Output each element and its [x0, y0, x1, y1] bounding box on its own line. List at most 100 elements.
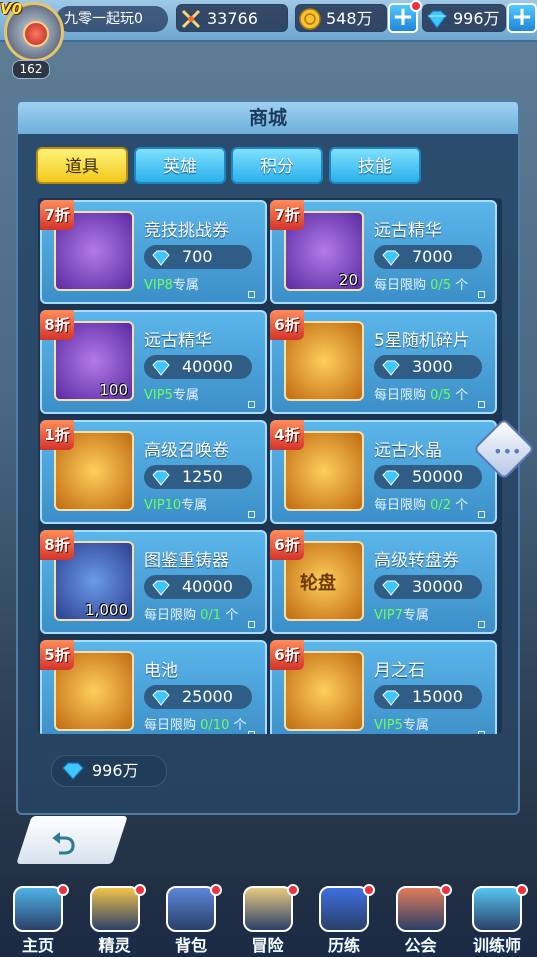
gem-balance: 996万 [51, 755, 167, 787]
shop-item-card[interactable]: 5折 电池 25000 每日限购 0/10 个 [40, 640, 267, 734]
discount-badge: 6折 [270, 310, 304, 340]
limit-highlight: VIP5 [374, 718, 403, 733]
discount-badge: 5折 [40, 640, 74, 670]
player-name: 九零一起玩0 [56, 6, 168, 32]
diamond-icon [152, 689, 170, 706]
nav-item[interactable]: 冒险 [231, 870, 305, 957]
avatar-core-icon [23, 21, 49, 47]
player-avatar[interactable]: V0 162 [0, 0, 72, 79]
vip-tag: V0 [0, 0, 23, 18]
item-price: 50000 [412, 467, 463, 486]
item-price: 25000 [182, 687, 233, 706]
limit-prefix: 每日限购 [374, 388, 431, 403]
add-gems-button[interactable]: + [507, 3, 537, 33]
limit-prefix: 每日限购 [374, 498, 431, 513]
limit-highlight: 0/1 [200, 608, 222, 623]
limit-suffix: 专属 [402, 608, 429, 623]
shop-panel: 商城 道具 英雄 积分 技能 7折 竞技挑战券 700 VIP8专属 20 7折 远古精华 7… [16, 100, 520, 815]
purchase-limit: 每日限购 0/2 个 [374, 494, 468, 513]
nav-item[interactable]: 背包 [154, 870, 228, 957]
power-value: 33766 [207, 9, 258, 28]
shop-item-card[interactable]: 1,000 8折 图鉴重铸器 40000 每日限购 0/1 个 [40, 530, 267, 634]
pokemon-icon [89, 886, 140, 932]
notification-dot [57, 884, 69, 896]
shop-item-card[interactable]: 6折 5星随机碎片 3000 每日限购 0/5 个 [270, 310, 497, 414]
back-button[interactable]: ⮌ [16, 816, 128, 864]
item-name: 电池 [144, 661, 178, 681]
limit-highlight: 0/5 [430, 388, 452, 403]
shop-item-card[interactable]: 4折 远古水晶 50000 每日限购 0/2 个 [270, 420, 497, 524]
guild-castle-icon [395, 886, 446, 932]
shop-item-card[interactable]: 1折 高级召唤卷 1250 VIP10专属 [40, 420, 267, 524]
tab-skills[interactable]: 技能 [329, 147, 421, 184]
shop-item-card[interactable]: 100 8折 远古精华 40000 VIP5专属 [40, 310, 267, 414]
shop-item-card[interactable]: 轮盘 6折 高级转盘券 30000 VIP7专属 [270, 530, 497, 634]
purchase-limit: VIP5专属 [144, 384, 199, 403]
shop-item-card[interactable]: 7折 竞技挑战券 700 VIP8专属 [40, 200, 267, 304]
discount-badge: 1折 [40, 420, 74, 450]
item-price: 3000 [412, 357, 453, 376]
nav-item[interactable]: 公会 [384, 870, 458, 957]
limit-highlight: VIP8 [144, 278, 173, 293]
item-quantity: 1,000 [85, 601, 128, 619]
limit-suffix: 专属 [172, 388, 199, 403]
notification-dot [133, 884, 146, 896]
shop-item-card[interactable]: 6折 月之石 15000 VIP5专属 [270, 640, 497, 734]
limit-suffix: 专属 [172, 278, 199, 293]
corner-marker [248, 621, 255, 628]
corner-marker [248, 731, 255, 734]
notification-dot [210, 884, 222, 896]
notification-dot [439, 884, 452, 896]
limit-suffix: 个 [221, 608, 239, 623]
limit-prefix: 每日限购 [374, 278, 431, 293]
diamond-icon [152, 249, 170, 266]
limit-highlight: VIP10 [144, 498, 182, 513]
purchase-limit: 每日限购 0/1 个 [144, 604, 238, 623]
price-tag: 1250 [144, 465, 252, 489]
nav-item[interactable]: 训练师 [460, 870, 534, 957]
discount-badge: 4折 [270, 420, 304, 450]
item-price: 40000 [182, 357, 233, 376]
item-quantity: 20 [338, 271, 358, 289]
price-tag: 7000 [374, 245, 482, 269]
item-name: 高级转盘券 [374, 551, 459, 571]
notification-dot [286, 884, 299, 896]
limit-suffix: 专属 [181, 498, 208, 513]
corner-marker [478, 731, 485, 734]
corner-marker [478, 621, 485, 628]
corner-marker [248, 511, 255, 518]
limit-highlight: VIP5 [144, 388, 173, 403]
gem-value: 996万 [453, 9, 500, 28]
nav-label: 冒险 [251, 936, 284, 955]
shop-item-card[interactable]: 20 7折 远古精华 7000 每日限购 0/5 个 [270, 200, 497, 304]
bottom-nav: 主页 精灵 背包 冒险 历练 公会 训练师 [0, 870, 537, 957]
nav-label: 历练 [327, 936, 360, 955]
tab-heroes[interactable]: 英雄 [134, 147, 226, 184]
gold-value: 548万 [326, 9, 373, 28]
discount-badge: 7折 [270, 200, 304, 230]
price-tag: 50000 [374, 465, 482, 489]
top-resource-bar: 九零一起玩0 33766 548万 + 996万 + [0, 0, 537, 42]
limit-suffix: 个 [451, 498, 469, 513]
tab-items[interactable]: 道具 [36, 147, 128, 184]
purchase-limit: 每日限购 0/5 个 [374, 274, 468, 293]
item-price: 700 [182, 247, 213, 266]
nav-item[interactable]: 精灵 [78, 870, 152, 957]
price-tag: 30000 [374, 575, 482, 599]
training-portal-icon [319, 886, 369, 932]
nav-item[interactable]: 主页 [1, 870, 75, 957]
diamond-icon [427, 10, 447, 29]
notification-dot [363, 884, 375, 896]
item-grid: 7折 竞技挑战券 700 VIP8专属 20 7折 远古精华 7000 每日限购 0/5 个 10… [38, 198, 502, 734]
gem-display: 996万 [422, 4, 506, 32]
shop-title: 商城 [248, 107, 287, 129]
corner-marker [248, 401, 255, 408]
shop-header: 商城 [18, 102, 518, 134]
item-name: 竞技挑战券 [144, 221, 229, 241]
gem-balance-value: 996万 [92, 761, 139, 780]
notification-dot [516, 884, 528, 896]
item-price: 40000 [182, 577, 233, 596]
tab-points[interactable]: 积分 [231, 147, 323, 184]
nav-label: 公会 [404, 936, 437, 955]
nav-item[interactable]: 历练 [307, 870, 381, 957]
